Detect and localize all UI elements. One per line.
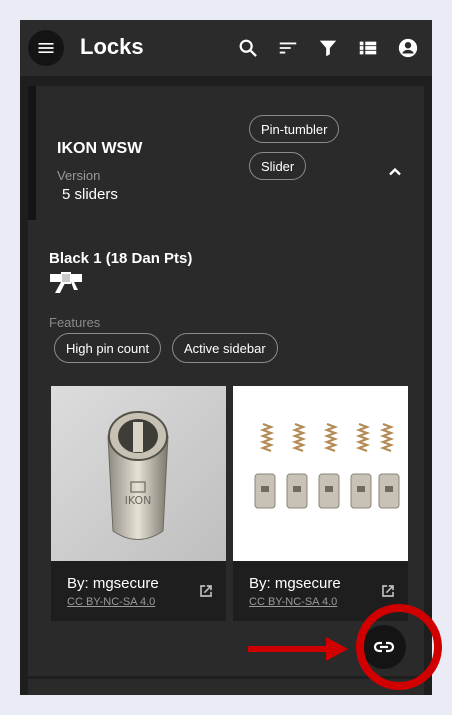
lock-card: IKON WSW Version 5 sliders Pin-tumbler S… — [28, 86, 424, 676]
collapse-button[interactable] — [385, 162, 405, 182]
list-view-button[interactable] — [356, 36, 380, 60]
media-card: By: mgsecure CC BY-NC-SA 4.0 — [233, 386, 408, 621]
search-button[interactable] — [236, 36, 260, 60]
belt-name: Black 1 (18 Dan Pts) — [49, 250, 193, 267]
chevron-up-icon — [389, 167, 401, 176]
tag-chip-pin-tumbler[interactable]: Pin-tumbler — [249, 115, 340, 143]
feature-chip-high-pin-count[interactable]: High pin count — [54, 333, 162, 363]
version-label: Version — [57, 168, 101, 183]
card-accent-bar — [28, 86, 36, 220]
app-window: Locks IKON WSW Version 5 sliders Pin-tum… — [20, 20, 432, 695]
filter-icon — [319, 40, 337, 57]
tag-chip-slider[interactable]: Slider — [249, 152, 307, 180]
sort-icon — [279, 42, 297, 54]
arrow-indicator — [248, 637, 348, 661]
open-in-new-icon[interactable] — [378, 581, 398, 601]
features-label: Features — [49, 315, 101, 330]
key-cylinder-photo[interactable]: IKON — [51, 386, 226, 561]
menu-icon — [38, 43, 54, 53]
menu-button[interactable] — [28, 30, 64, 66]
highlight-ring — [356, 604, 442, 690]
media-author: By: mgsecure — [67, 575, 159, 592]
sort-button[interactable] — [276, 36, 300, 60]
pins-springs-photo[interactable] — [233, 386, 408, 561]
svg-text:IKON: IKON — [125, 494, 152, 507]
account-button[interactable] — [396, 36, 420, 60]
media-author: By: mgsecure — [249, 575, 341, 592]
lock-name: IKON WSW — [57, 140, 143, 157]
list-view-icon — [359, 41, 377, 55]
next-card-edge — [28, 679, 424, 695]
app-bar: Locks — [20, 20, 432, 76]
media-license-link[interactable]: CC BY-NC-SA 4.0 — [249, 596, 337, 608]
belt-icon — [50, 272, 82, 293]
version-value: 5 sliders — [62, 186, 118, 203]
search-icon — [239, 39, 257, 57]
media-license-link[interactable]: CC BY-NC-SA 4.0 — [67, 596, 155, 608]
feature-chip-active-sidebar[interactable]: Active sidebar — [172, 333, 278, 363]
open-in-new-icon[interactable] — [196, 581, 216, 601]
account-icon — [398, 38, 418, 58]
page-title: Locks — [80, 34, 144, 59]
media-card: IKON By: mgsecure CC BY-NC-SA 4.0 — [51, 386, 226, 621]
filter-button[interactable] — [316, 36, 340, 60]
